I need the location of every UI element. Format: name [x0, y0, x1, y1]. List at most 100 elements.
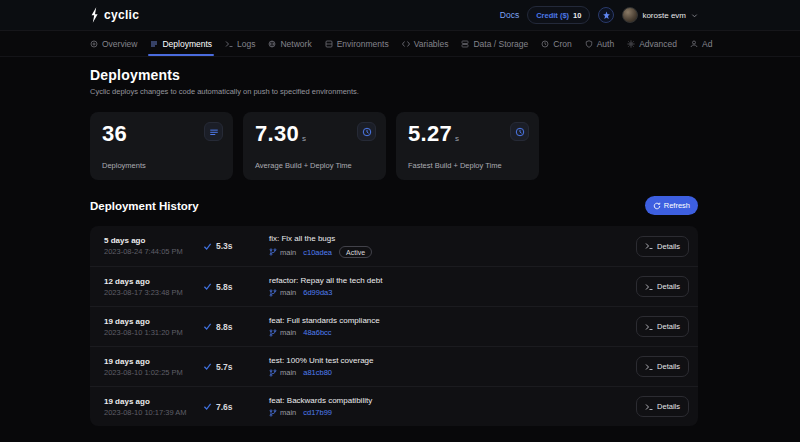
stat-unit: s: [455, 134, 459, 143]
tab-label: Advanced: [639, 39, 677, 49]
tab-advanced[interactable]: Advanced: [627, 31, 677, 56]
stat-label: Deployments: [102, 161, 146, 170]
history-title: Deployment History: [90, 200, 199, 212]
commit-hash-link[interactable]: a81cb80: [303, 368, 332, 377]
terminal-icon: [645, 283, 653, 291]
stat-unit: s: [302, 134, 306, 143]
terminal-icon: [645, 242, 653, 250]
tab-deployments[interactable]: Deployments: [150, 31, 212, 56]
logs-icon: [225, 40, 233, 48]
cyclic-logo-icon: [90, 7, 99, 23]
deploy-timestamp: 2023-08-17 3:23:48 PM: [104, 288, 203, 297]
stat-label: Fastest Build + Deploy Time: [408, 161, 502, 170]
deploy-age: 19 days ago: [104, 397, 203, 406]
commit-message: refactor: Repay all the tech debt: [269, 276, 636, 285]
credit-value: 10: [573, 11, 581, 20]
network-icon: [268, 40, 276, 48]
page-title: Deployments: [90, 67, 698, 83]
tab-cron[interactable]: Cron: [541, 31, 571, 56]
deploy-duration: 5.7s: [216, 362, 233, 372]
credit-label: Credit ($): [536, 11, 569, 20]
check-icon: [203, 322, 212, 331]
tab-logs[interactable]: Logs: [225, 31, 255, 56]
commit-hash-link[interactable]: c10adea: [303, 248, 332, 257]
storage-icon: [461, 40, 469, 48]
check-icon: [203, 402, 212, 411]
overview-icon: [90, 40, 98, 48]
tab-label: Data / Storage: [473, 39, 528, 49]
deploy-age: 19 days ago: [104, 317, 203, 326]
commit-message: fix: Fix all the bugs: [269, 234, 636, 243]
brand-logo[interactable]: cyclic: [90, 7, 139, 23]
discord-icon[interactable]: [598, 7, 614, 23]
deploy-age: 5 days ago: [104, 236, 203, 245]
stat-card-average-build-deploy-time: 7.30sAverage Build + Deploy Time: [243, 112, 386, 180]
auth-icon: [585, 40, 593, 48]
deploy-age: 12 days ago: [104, 277, 203, 286]
clock-icon: [357, 122, 376, 141]
layers-icon: [204, 122, 223, 141]
commit-hash-link[interactable]: 48a6bcc: [303, 328, 331, 337]
tab-overview[interactable]: Overview: [90, 31, 137, 56]
active-badge: Active: [339, 246, 372, 258]
details-button[interactable]: Details: [636, 316, 689, 337]
user-menu[interactable]: koroste evm: [622, 7, 698, 23]
brand-name: cyclic: [104, 8, 139, 22]
tab-environments[interactable]: Environments: [325, 31, 389, 56]
tab-label: Deployments: [162, 39, 212, 49]
tab-label: Logs: [237, 39, 255, 49]
page-subtitle: Cyclic deploys changes to code automatic…: [90, 87, 698, 96]
user-name: koroste evm: [642, 11, 686, 20]
refresh-button[interactable]: Refresh: [645, 196, 698, 215]
variables-icon: [402, 40, 410, 48]
tab-label: Network: [280, 39, 311, 49]
refresh-label: Refresh: [664, 201, 690, 210]
check-icon: [203, 362, 212, 371]
stat-cards: 36 Deployments 7.30sAverage Build + Deploy…: [90, 112, 698, 180]
deploy-duration: 5.8s: [216, 282, 233, 292]
tab-label: Variables: [414, 39, 449, 49]
admin-icon: [690, 40, 698, 48]
commit-message: feat: Full standards compliance: [269, 316, 636, 325]
tab-data-storage[interactable]: Data / Storage: [461, 31, 528, 56]
details-label: Details: [657, 322, 680, 331]
details-label: Details: [657, 402, 680, 411]
credit-button[interactable]: Credit ($) 10: [527, 6, 590, 24]
details-button[interactable]: Details: [636, 356, 689, 377]
details-button[interactable]: Details: [636, 396, 689, 417]
deploy-timestamp: 2023-08-10 10:17:39 AM: [104, 408, 203, 417]
refresh-icon: [653, 202, 661, 210]
git-branch-icon: [269, 369, 277, 377]
deployment-history-list: 5 days ago2023-08-24 7:44:05 PM5.3sfix: …: [90, 226, 698, 426]
docs-link[interactable]: Docs: [500, 10, 519, 20]
branch-name: main: [269, 248, 296, 257]
deploy-duration: 7.6s: [216, 402, 233, 412]
advanced-icon: [627, 40, 635, 48]
tab-label: Ad: [702, 39, 712, 49]
git-branch-icon: [269, 409, 277, 417]
deployment-row: 19 days ago2023-08-10 10:17:39 AM7.6sfea…: [90, 386, 698, 426]
check-icon: [203, 242, 212, 251]
git-branch-icon: [269, 329, 277, 337]
commit-hash-link[interactable]: cd17b99: [303, 408, 332, 417]
tab-auth[interactable]: Auth: [585, 31, 615, 56]
deployment-row: 19 days ago2023-08-10 1:31:20 PM8.8sfeat…: [90, 306, 698, 346]
details-button[interactable]: Details: [636, 276, 689, 297]
details-button[interactable]: Details: [636, 236, 689, 257]
tab-ad[interactable]: Ad: [690, 31, 712, 56]
stat-value: 7.30: [255, 121, 299, 147]
main-nav: Overview Deployments Logs Network Environmen…: [0, 31, 800, 57]
tab-variables[interactable]: Variables: [402, 31, 449, 56]
stat-value: 36: [102, 121, 127, 147]
commit-hash-link[interactable]: 6d99da3: [303, 288, 332, 297]
details-label: Details: [657, 242, 680, 251]
deployment-row: 5 days ago2023-08-24 7:44:05 PM5.3sfix: …: [90, 226, 698, 266]
stat-card-fastest-build-deploy-time: 5.27s Fastest Build + Deploy Time: [396, 112, 539, 180]
tab-network[interactable]: Network: [268, 31, 311, 56]
deploy-duration: 5.3s: [216, 241, 233, 251]
branch-name: main: [269, 288, 296, 297]
stat-value: 5.27: [408, 121, 452, 147]
check-icon: [203, 282, 212, 291]
branch-name: main: [269, 328, 296, 337]
avatar: [622, 7, 638, 23]
